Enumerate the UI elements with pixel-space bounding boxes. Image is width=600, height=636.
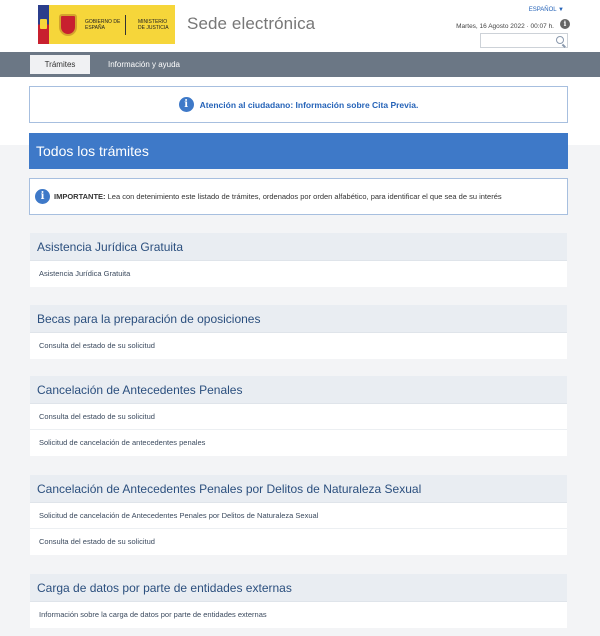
logo-text-ministerio: Ministerio de Justicia	[138, 18, 169, 31]
section-becas: Becas para la preparación de oposiciones…	[30, 305, 567, 359]
important-notice: i IMPORTANTE: Lea con detenimiento este …	[29, 178, 568, 215]
section-link[interactable]: Consulta del estado de su solicitud	[30, 404, 567, 430]
section-title: Carga de datos por parte de entidades ex…	[30, 574, 567, 602]
flag-icon	[38, 5, 49, 44]
language-selector[interactable]: ESPAÑOL ▼	[529, 7, 564, 13]
logo-divider	[125, 14, 126, 35]
important-label: IMPORTANTE:	[54, 192, 106, 201]
logo-text-gobierno: Gobierno de España	[85, 18, 121, 31]
section-title: Cancelación de Antecedentes Penales	[30, 376, 567, 404]
important-body: Lea con detenimiento este listado de trá…	[105, 192, 502, 201]
site-title: Sede electrónica	[187, 14, 316, 33]
section-link[interactable]: Asistencia Jurídica Gratuita	[30, 261, 567, 287]
info-circle-icon: i	[35, 189, 50, 204]
info-circle-icon: i	[178, 97, 194, 112]
section-title: Asistencia Jurídica Gratuita	[30, 233, 567, 261]
section-link[interactable]: Información sobre la carga de datos por …	[30, 602, 567, 628]
search-icon[interactable]	[556, 36, 564, 44]
datetime-display: Martes, 16 Agosto 2022 · 00:07 h.	[456, 23, 554, 30]
site-header: Gobierno de España Ministerio de Justici…	[0, 0, 600, 52]
tab-tramites[interactable]: Trámites	[30, 55, 90, 74]
info-icon[interactable]: i	[560, 19, 570, 29]
tab-informacion-ayuda[interactable]: Información y ayuda	[96, 55, 192, 74]
section-link[interactable]: Solicitud de cancelación de antecedentes…	[30, 430, 567, 456]
section-link[interactable]: Consulta del estado de su solicitud	[30, 529, 567, 555]
coat-of-arms-icon	[59, 13, 77, 36]
section-cancelacion-delitos-sexuales: Cancelación de Antecedentes Penales por …	[30, 475, 567, 555]
page-title: Todos los trámites	[29, 133, 568, 169]
cita-previa-notice[interactable]: i Atención al ciudadano: Información sob…	[29, 86, 568, 123]
main-nav: Trámites Información y ayuda	[0, 52, 600, 77]
notice-text[interactable]: Atención al ciudadano: Información sobre…	[200, 100, 419, 110]
section-asistencia-juridica: Asistencia Jurídica Gratuita Asistencia …	[30, 233, 567, 287]
section-title: Cancelación de Antecedentes Penales por …	[30, 475, 567, 503]
section-cancelacion-antecedentes: Cancelación de Antecedentes Penales Cons…	[30, 376, 567, 456]
government-logo[interactable]: Gobierno de España Ministerio de Justici…	[38, 5, 175, 44]
section-carga-datos: Carga de datos por parte de entidades ex…	[30, 574, 567, 628]
section-link[interactable]: Consulta del estado de su solicitud	[30, 333, 567, 359]
section-title: Becas para la preparación de oposiciones	[30, 305, 567, 333]
section-link[interactable]: Solicitud de cancelación de Antecedentes…	[30, 503, 567, 529]
search-input[interactable]	[480, 33, 568, 48]
important-text: IMPORTANTE: Lea con detenimiento este li…	[54, 192, 502, 201]
